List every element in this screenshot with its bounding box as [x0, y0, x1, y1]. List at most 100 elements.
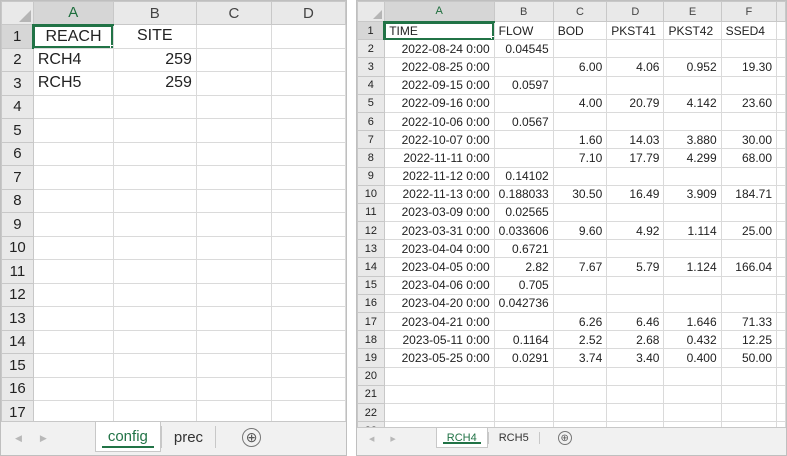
cell-b4[interactable]: 0.0597 — [493, 75, 554, 95]
cell-a10[interactable]: 2022-11-13 0:00 — [383, 184, 495, 204]
cell-a19[interactable]: 2023-05-25 0:00 — [383, 348, 495, 368]
cell-d20[interactable] — [606, 366, 665, 386]
row-header[interactable]: 7 — [357, 130, 385, 150]
row-header[interactable]: 8 — [357, 148, 385, 168]
cell-c5[interactable]: 4.00 — [552, 93, 608, 113]
cell-d1[interactable]: PKST41 — [606, 20, 665, 41]
cell-c11[interactable] — [552, 202, 608, 223]
cell-c21[interactable] — [552, 384, 608, 404]
cell-c14[interactable] — [195, 329, 272, 354]
cell-c18[interactable]: 2.52 — [552, 330, 608, 350]
cell-a2[interactable]: RCH4 — [32, 47, 114, 72]
cell-a14[interactable]: 2023-04-05 0:00 — [383, 257, 495, 277]
cell-a11[interactable] — [32, 259, 114, 284]
cell-a10[interactable] — [32, 235, 114, 260]
cell-f13[interactable] — [720, 239, 778, 259]
cell-f19[interactable]: 50.00 — [720, 348, 778, 368]
cell-d1[interactable] — [270, 24, 346, 49]
cell-b19[interactable]: 0.0291 — [493, 348, 554, 368]
cell-f6[interactable] — [720, 111, 778, 132]
cell-a3[interactable]: RCH5 — [32, 71, 114, 96]
cell-c4[interactable] — [552, 75, 608, 95]
cell-b10[interactable] — [112, 235, 197, 260]
cell-d14[interactable]: 5.79 — [606, 257, 665, 277]
cell-c3[interactable] — [195, 71, 272, 96]
cell-f18[interactable]: 12.25 — [720, 330, 778, 350]
cell-b8[interactable] — [112, 188, 197, 213]
cell-f16[interactable] — [720, 293, 778, 314]
column-header-c[interactable]: C — [552, 1, 608, 22]
row-header[interactable]: 18 — [357, 330, 385, 350]
cell-a22[interactable] — [383, 402, 495, 423]
cell-c3[interactable]: 6.00 — [552, 57, 608, 77]
add-sheet-icon[interactable]: ⊕ — [557, 431, 572, 445]
column-header-d[interactable]: D — [270, 1, 346, 25]
cell-c11[interactable] — [195, 259, 272, 284]
row-header[interactable]: 3 — [1, 71, 34, 96]
cell-d4[interactable] — [270, 94, 346, 119]
cell-e18[interactable]: 0.432 — [663, 330, 722, 350]
cell-a15[interactable] — [32, 353, 114, 378]
cell-a8[interactable] — [32, 188, 114, 213]
cell-b1[interactable]: SITE — [112, 24, 197, 49]
cell-e2[interactable] — [663, 39, 722, 59]
cell-d21[interactable] — [606, 384, 665, 404]
cell-d13[interactable] — [270, 306, 346, 331]
cell-c22[interactable] — [552, 402, 608, 423]
cell-a7[interactable] — [32, 165, 114, 190]
cell-e7[interactable]: 3.880 — [663, 130, 722, 150]
cell-d11[interactable] — [606, 202, 665, 223]
cell-b17[interactable] — [493, 311, 554, 332]
row-header[interactable]: 14 — [357, 257, 385, 277]
cell-e1[interactable]: PKST42 — [663, 20, 722, 41]
cell-b6[interactable]: 0.0567 — [493, 111, 554, 132]
row-header[interactable]: 17 — [357, 311, 385, 332]
row-header[interactable]: 1 — [1, 24, 35, 49]
sheet-tab-rch5[interactable]: RCH5 — [489, 428, 539, 448]
row-header[interactable]: 13 — [1, 306, 34, 331]
cell-a12[interactable] — [32, 282, 114, 307]
cell-b10[interactable]: 0.188033 — [493, 184, 554, 204]
row-header[interactable]: 4 — [357, 75, 385, 95]
cell-a1[interactable]: TIME — [383, 20, 495, 41]
cell-b14[interactable] — [112, 329, 197, 354]
cell-c15[interactable] — [195, 353, 272, 378]
cell-c17[interactable]: 6.26 — [552, 311, 608, 332]
cell-a16[interactable] — [32, 376, 114, 401]
cell-d3[interactable] — [270, 71, 346, 96]
cell-e6[interactable] — [663, 111, 722, 132]
cell-a12[interactable]: 2023-03-31 0:00 — [383, 221, 495, 241]
cell-f2[interactable] — [720, 39, 778, 59]
select-all-corner[interactable] — [357, 1, 385, 22]
cell-b9[interactable] — [112, 212, 197, 237]
cell-b2[interactable]: 0.04545 — [493, 39, 554, 59]
cell-a14[interactable] — [32, 329, 114, 354]
sheet-nav-prev-icon[interactable]: ◀ — [369, 435, 374, 443]
cell-d5[interactable]: 20.79 — [606, 93, 665, 113]
column-header-a[interactable]: A — [383, 1, 495, 23]
cell-b21[interactable] — [493, 384, 554, 404]
cell-c6[interactable] — [195, 141, 272, 166]
cell-b4[interactable] — [112, 94, 197, 119]
cell-b16[interactable] — [112, 376, 197, 401]
cell-e22[interactable] — [663, 402, 722, 423]
add-sheet-icon[interactable]: ⊕ — [242, 428, 262, 447]
cell-b14[interactable]: 2.82 — [493, 257, 554, 277]
cell-c1[interactable] — [195, 24, 272, 49]
cell-c7[interactable] — [195, 165, 272, 190]
cell-d12[interactable] — [270, 282, 346, 307]
cell-e19[interactable]: 0.400 — [663, 348, 722, 368]
column-header-f[interactable]: F — [720, 1, 778, 22]
cell-d16[interactable] — [270, 376, 346, 401]
cell-c4[interactable] — [195, 94, 272, 119]
cell-e14[interactable]: 1.124 — [663, 257, 722, 277]
column-header-c[interactable]: C — [195, 1, 272, 25]
row-header[interactable]: 4 — [1, 94, 34, 119]
cell-b5[interactable] — [112, 118, 197, 143]
cell-c8[interactable]: 7.10 — [552, 148, 608, 168]
cell-f21[interactable] — [720, 384, 778, 404]
cell-d8[interactable]: 17.79 — [606, 148, 665, 168]
cell-a5[interactable] — [32, 118, 114, 143]
cell-c12[interactable]: 9.60 — [552, 221, 608, 241]
cell-d4[interactable] — [606, 75, 665, 95]
